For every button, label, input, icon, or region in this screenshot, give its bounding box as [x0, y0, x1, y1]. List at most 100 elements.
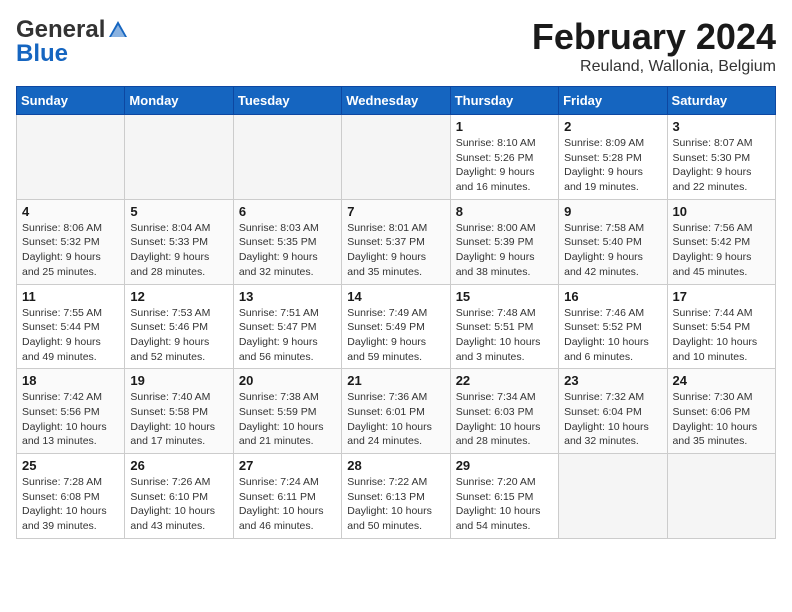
- calendar-cell: 7 Sunrise: 8:01 AMSunset: 5:37 PMDaylight…: [342, 199, 450, 284]
- day-number: 21: [347, 373, 444, 388]
- calendar-cell: 14 Sunrise: 7:49 AMSunset: 5:49 PMDayligh…: [342, 284, 450, 369]
- calendar-cell: 20 Sunrise: 7:38 AMSunset: 5:59 PMDayligh…: [233, 369, 341, 454]
- calendar-week-row: 11 Sunrise: 7:55 AMSunset: 5:44 PMDayligh…: [17, 284, 776, 369]
- calendar-week-row: 25 Sunrise: 7:28 AMSunset: 6:08 PMDayligh…: [17, 454, 776, 539]
- calendar-cell: 3 Sunrise: 8:07 AMSunset: 5:30 PMDaylight…: [667, 115, 775, 200]
- day-info: Sunrise: 7:53 AMSunset: 5:46 PMDaylight:…: [130, 306, 227, 365]
- calendar-cell: 18Sunrise: 7:42 AMSunset: 5:56 PMDayligh…: [17, 369, 125, 454]
- calendar-cell: 28 Sunrise: 7:22 AMSunset: 6:13 PMDayligh…: [342, 454, 450, 539]
- day-number: 3: [673, 119, 770, 134]
- calendar-cell: 2 Sunrise: 8:09 AMSunset: 5:28 PMDaylight…: [559, 115, 667, 200]
- calendar-cell: 10 Sunrise: 7:56 AMSunset: 5:42 PMDayligh…: [667, 199, 775, 284]
- day-number: 17: [673, 289, 770, 304]
- calendar-header-row: SundayMondayTuesdayWednesdayThursdayFrid…: [17, 87, 776, 115]
- calendar-cell: 25 Sunrise: 7:28 AMSunset: 6:08 PMDayligh…: [17, 454, 125, 539]
- calendar-cell: 9 Sunrise: 7:58 AMSunset: 5:40 PMDaylight…: [559, 199, 667, 284]
- day-info: Sunrise: 7:32 AMSunset: 6:04 PMDaylight:…: [564, 390, 661, 449]
- day-info: Sunrise: 7:38 AMSunset: 5:59 PMDaylight:…: [239, 390, 336, 449]
- weekday-header: Thursday: [450, 87, 558, 115]
- calendar-cell: 19Sunrise: 7:40 AMSunset: 5:58 PMDayligh…: [125, 369, 233, 454]
- header: General Blue February 2024 Reuland, Wall…: [16, 16, 776, 76]
- day-info: Sunrise: 7:58 AMSunset: 5:40 PMDaylight:…: [564, 221, 661, 280]
- day-number: 10: [673, 204, 770, 219]
- day-number: 24: [673, 373, 770, 388]
- logo-icon: [107, 19, 129, 41]
- logo-blue: Blue: [16, 40, 68, 68]
- weekday-header: Tuesday: [233, 87, 341, 115]
- calendar-week-row: 1 Sunrise: 8:10 AMSunset: 5:26 PMDaylight…: [17, 115, 776, 200]
- day-number: 22: [456, 373, 553, 388]
- day-info: Sunrise: 7:20 AMSunset: 6:15 PMDaylight:…: [456, 475, 553, 534]
- calendar-cell: 24 Sunrise: 7:30 AMSunset: 6:06 PMDayligh…: [667, 369, 775, 454]
- weekday-header: Friday: [559, 87, 667, 115]
- day-number: 16: [564, 289, 661, 304]
- day-number: 29: [456, 458, 553, 473]
- day-info: Sunrise: 7:51 AMSunset: 5:47 PMDaylight:…: [239, 306, 336, 365]
- day-number: 23: [564, 373, 661, 388]
- day-number: 20: [239, 373, 336, 388]
- day-number: 28: [347, 458, 444, 473]
- day-info: Sunrise: 7:22 AMSunset: 6:13 PMDaylight:…: [347, 475, 444, 534]
- day-number: 11: [22, 289, 119, 304]
- title-area: February 2024 Reuland, Wallonia, Belgium: [532, 16, 776, 76]
- calendar-cell: 17 Sunrise: 7:44 AMSunset: 5:54 PMDayligh…: [667, 284, 775, 369]
- day-number: 26: [130, 458, 227, 473]
- calendar-cell: 16 Sunrise: 7:46 AMSunset: 5:52 PMDayligh…: [559, 284, 667, 369]
- day-number: 27: [239, 458, 336, 473]
- day-number: 8: [456, 204, 553, 219]
- weekday-header: Monday: [125, 87, 233, 115]
- day-info: Sunrise: 8:10 AMSunset: 5:26 PMDaylight:…: [456, 136, 553, 195]
- calendar-cell: 11 Sunrise: 7:55 AMSunset: 5:44 PMDayligh…: [17, 284, 125, 369]
- calendar-cell: 27 Sunrise: 7:24 AMSunset: 6:11 PMDayligh…: [233, 454, 341, 539]
- day-number: 13: [239, 289, 336, 304]
- day-info: Sunrise: 8:09 AMSunset: 5:28 PMDaylight:…: [564, 136, 661, 195]
- day-number: 1: [456, 119, 553, 134]
- calendar-cell: 21Sunrise: 7:36 AMSunset: 6:01 PMDayligh…: [342, 369, 450, 454]
- day-info: Sunrise: 8:04 AMSunset: 5:33 PMDaylight:…: [130, 221, 227, 280]
- day-info: Sunrise: 7:46 AMSunset: 5:52 PMDaylight:…: [564, 306, 661, 365]
- calendar-cell: [17, 115, 125, 200]
- calendar-cell: 22 Sunrise: 7:34 AMSunset: 6:03 PMDayligh…: [450, 369, 558, 454]
- day-info: Sunrise: 7:28 AMSunset: 6:08 PMDaylight:…: [22, 475, 119, 534]
- day-info: Sunrise: 7:30 AMSunset: 6:06 PMDaylight:…: [673, 390, 770, 449]
- calendar-cell: [559, 454, 667, 539]
- day-number: 5: [130, 204, 227, 219]
- day-info: Sunrise: 7:24 AMSunset: 6:11 PMDaylight:…: [239, 475, 336, 534]
- day-number: 2: [564, 119, 661, 134]
- calendar-cell: [233, 115, 341, 200]
- logo: General Blue: [16, 16, 129, 68]
- day-number: 15: [456, 289, 553, 304]
- day-info: Sunrise: 7:48 AMSunset: 5:51 PMDaylight:…: [456, 306, 553, 365]
- calendar-cell: 12Sunrise: 7:53 AMSunset: 5:46 PMDayligh…: [125, 284, 233, 369]
- calendar-body: 1 Sunrise: 8:10 AMSunset: 5:26 PMDaylight…: [17, 115, 776, 539]
- day-number: 19: [130, 373, 227, 388]
- calendar-cell: 4Sunrise: 8:06 AMSunset: 5:32 PMDaylight…: [17, 199, 125, 284]
- month-title: February 2024: [532, 16, 776, 58]
- day-number: 9: [564, 204, 661, 219]
- calendar-cell: 8Sunrise: 8:00 AMSunset: 5:39 PMDaylight…: [450, 199, 558, 284]
- day-info: Sunrise: 7:55 AMSunset: 5:44 PMDaylight:…: [22, 306, 119, 365]
- calendar-cell: 1 Sunrise: 8:10 AMSunset: 5:26 PMDaylight…: [450, 115, 558, 200]
- calendar-cell: [125, 115, 233, 200]
- day-info: Sunrise: 8:07 AMSunset: 5:30 PMDaylight:…: [673, 136, 770, 195]
- calendar-week-row: 4Sunrise: 8:06 AMSunset: 5:32 PMDaylight…: [17, 199, 776, 284]
- day-info: Sunrise: 7:26 AMSunset: 6:10 PMDaylight:…: [130, 475, 227, 534]
- day-info: Sunrise: 8:01 AMSunset: 5:37 PMDaylight:…: [347, 221, 444, 280]
- calendar-week-row: 18Sunrise: 7:42 AMSunset: 5:56 PMDayligh…: [17, 369, 776, 454]
- calendar-cell: 26 Sunrise: 7:26 AMSunset: 6:10 PMDayligh…: [125, 454, 233, 539]
- weekday-header: Saturday: [667, 87, 775, 115]
- day-info: Sunrise: 7:56 AMSunset: 5:42 PMDaylight:…: [673, 221, 770, 280]
- calendar-cell: 6Sunrise: 8:03 AMSunset: 5:35 PMDaylight…: [233, 199, 341, 284]
- day-info: Sunrise: 7:42 AMSunset: 5:56 PMDaylight:…: [22, 390, 119, 449]
- day-number: 7: [347, 204, 444, 219]
- day-number: 25: [22, 458, 119, 473]
- calendar-cell: 5 Sunrise: 8:04 AMSunset: 5:33 PMDaylight…: [125, 199, 233, 284]
- calendar-cell: 13 Sunrise: 7:51 AMSunset: 5:47 PMDayligh…: [233, 284, 341, 369]
- day-number: 14: [347, 289, 444, 304]
- calendar-cell: [667, 454, 775, 539]
- location-title: Reuland, Wallonia, Belgium: [532, 58, 776, 76]
- day-info: Sunrise: 7:44 AMSunset: 5:54 PMDaylight:…: [673, 306, 770, 365]
- day-info: Sunrise: 7:34 AMSunset: 6:03 PMDaylight:…: [456, 390, 553, 449]
- weekday-header: Wednesday: [342, 87, 450, 115]
- day-info: Sunrise: 7:49 AMSunset: 5:49 PMDaylight:…: [347, 306, 444, 365]
